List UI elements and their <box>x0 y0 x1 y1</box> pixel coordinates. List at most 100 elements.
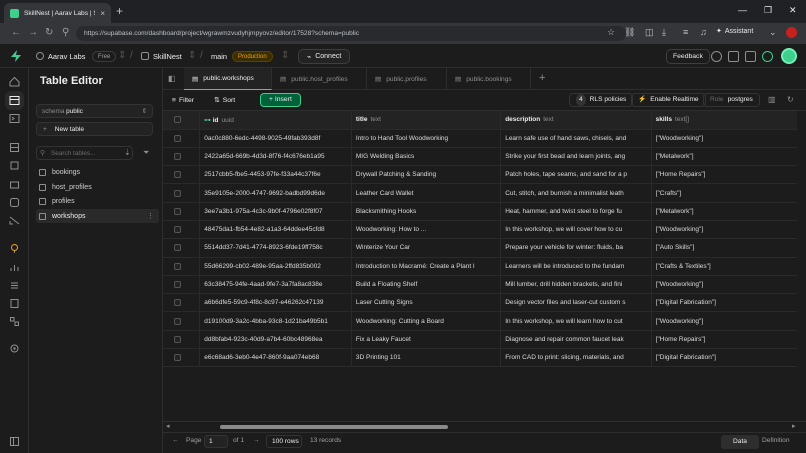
row-select-cell[interactable] <box>163 348 201 368</box>
schema-select[interactable]: schema public ⇕ <box>36 104 153 118</box>
reports-icon[interactable] <box>9 262 20 273</box>
row-select-cell[interactable] <box>163 202 201 221</box>
refresh-icon[interactable]: ↻ <box>787 95 794 104</box>
search-tables-input[interactable]: Search tables... <box>36 146 133 160</box>
cell-id[interactable]: 0ac0c880-6edc-4498-9025-49fab393d8f <box>199 129 352 148</box>
home-icon[interactable] <box>9 76 20 87</box>
logs-icon[interactable] <box>9 280 20 291</box>
cell-id[interactable]: d19100d9-3a2c-4bba-93c8-1d21ba49b5b1 <box>199 311 352 331</box>
cell-title[interactable]: Introduction to Macramé: Create a Plant … <box>351 257 502 276</box>
cell-description[interactable]: Mill lumber, drill hidden brackets, and … <box>500 275 652 295</box>
table-row[interactable]: a6b6dfe5-59c9-4f8c-8c97-e46262c47139 Lase… <box>163 293 800 313</box>
table-row[interactable]: 48475da1-fb54-4e82-a1a3-64ddee45cfd8 Wood… <box>163 220 800 240</box>
cell-description[interactable]: Design vector files and laser-cut custom… <box>500 293 652 313</box>
row-select-cell[interactable] <box>163 147 201 167</box>
sql-editor-icon[interactable] <box>9 113 20 124</box>
sidebar-item-profiles[interactable]: profiles <box>36 194 159 208</box>
cell-title[interactable]: Fix a Leaky Faucet <box>351 330 502 350</box>
cell-id[interactable]: e6c68ad6-3eb0-4e47-860f-9aa074eb68 <box>199 348 352 368</box>
row-select-cell[interactable] <box>163 311 201 331</box>
row-select-cell[interactable] <box>163 238 201 258</box>
new-tab-icon[interactable]: + <box>116 4 123 18</box>
cell-skills[interactable]: ["Woodworking"] <box>651 129 800 148</box>
minimize-icon[interactable]: — <box>738 5 747 15</box>
row-checkbox[interactable] <box>174 226 181 234</box>
cell-skills[interactable]: ["Woodworking"] <box>651 311 800 331</box>
cell-skills[interactable]: ["Crafts"] <box>651 183 800 203</box>
cell-skills[interactable]: ["Digital Fabrication"] <box>651 293 800 313</box>
add-tab-icon[interactable]: + <box>539 72 545 84</box>
row-checkbox[interactable] <box>174 189 181 197</box>
row-select-cell[interactable] <box>163 275 201 295</box>
tab-host-profiles[interactable]: ▤ public.host_profiles <box>272 68 367 90</box>
cell-id[interactable]: 55d66299-cb02-489e-95aa-2ffd835b002 <box>199 257 352 276</box>
close-tab-icon[interactable]: × <box>100 9 105 18</box>
row-checkbox[interactable] <box>174 262 181 270</box>
table-row[interactable]: 2422a65d-669b-4d3d-8f76-f4c676eb1a95 MIG … <box>163 147 800 167</box>
close-window-icon[interactable]: ✕ <box>789 5 797 16</box>
browser-profile-avatar[interactable] <box>786 27 797 38</box>
row-select-cell[interactable] <box>163 257 201 276</box>
list-icon[interactable]: ≡ <box>683 27 688 37</box>
vertical-scrollbar[interactable] <box>797 111 806 421</box>
scroll-right-icon[interactable]: ▸ <box>792 422 796 430</box>
row-checkbox[interactable] <box>174 281 181 289</box>
row-checkbox[interactable] <box>174 244 181 252</box>
row-checkbox[interactable] <box>174 299 181 307</box>
assistant-button[interactable]: ✦ Assistant <box>716 27 753 36</box>
back-icon[interactable]: ← <box>11 27 21 38</box>
advisor-icon[interactable] <box>762 51 773 62</box>
cell-id[interactable]: 48475da1-fb54-4e82-a1a3-64ddee45cfd8 <box>199 220 352 240</box>
cell-description[interactable]: Learn safe use of hand saws, chisels, an… <box>500 129 652 148</box>
row-select-cell[interactable] <box>163 165 201 185</box>
table-row[interactable]: 55d66299-cb02-489e-95aa-2ffd835b002 Intro… <box>163 257 800 276</box>
row-select-cell[interactable] <box>163 129 201 148</box>
row-select-cell[interactable] <box>163 220 201 240</box>
cell-id[interactable]: 2422a65d-669b-4d3d-8f76-f4c676eb1a95 <box>199 147 352 167</box>
feedback-button[interactable]: Feedback <box>666 49 710 64</box>
cell-skills[interactable]: ["Woodworking"] <box>651 275 800 295</box>
next-page-icon[interactable]: → <box>253 437 260 444</box>
page-input[interactable]: 1 <box>204 435 228 448</box>
prev-page-icon[interactable]: ← <box>172 437 179 444</box>
sidebar-item-bookings[interactable]: bookings <box>36 165 159 179</box>
cell-description[interactable]: Cut, stitch, and burnish a minimalist le… <box>500 183 652 203</box>
sidebar-item-host-profiles[interactable]: host_profiles <box>36 180 159 194</box>
cell-description[interactable]: From CAD to print: slicing, materials, a… <box>500 348 652 368</box>
column-header-description[interactable]: description text <box>500 111 652 130</box>
cell-id[interactable]: 2517cbb5-fbe5-4453-97fe-f33a44c37f6e <box>199 165 352 185</box>
tab-profiles[interactable]: ▤ public.profiles <box>367 68 447 90</box>
avatar[interactable] <box>781 48 797 64</box>
branch-name[interactable]: main <box>211 52 227 61</box>
cell-skills[interactable]: ["Metalwork"] <box>651 147 800 167</box>
connect-button[interactable]: ⌁ Connect <box>298 49 351 64</box>
cell-skills[interactable]: ["Woodworking"] <box>651 220 800 240</box>
chevron-updown-icon[interactable]: ⇕ <box>188 50 196 61</box>
site-info-icon[interactable]: ⚲ <box>62 27 69 38</box>
insert-button[interactable]: + Insert <box>260 93 301 107</box>
cell-id[interactable]: 3ee7a3b1-975a-4c3c-9b0f-4796e02f8f07 <box>199 202 352 221</box>
link-icon[interactable]: ⛓ <box>624 27 635 38</box>
column-header-title[interactable]: title text <box>351 111 502 130</box>
api-docs-icon[interactable] <box>9 298 20 309</box>
cell-description[interactable]: Patch holes, tape seams, and sand for a … <box>500 165 652 185</box>
cell-description[interactable]: In this workshop, we will cover how to c… <box>500 220 652 240</box>
media-icon[interactable]: ♫ <box>700 27 707 37</box>
browser-tab[interactable]: SkillNest | Aarav Labs | Supab × <box>4 3 111 23</box>
table-editor-icon[interactable] <box>5 91 24 110</box>
data-view-button[interactable]: Data <box>721 435 759 449</box>
storage-icon[interactable] <box>9 179 20 190</box>
filter-icon[interactable]: ⏷ <box>143 148 149 158</box>
cell-title[interactable]: Build a Floating Shelf <box>351 275 502 295</box>
cell-title[interactable]: Drywall Patching & Sanding <box>351 165 502 185</box>
cell-title[interactable]: Leather Card Wallet <box>351 183 502 203</box>
enable-realtime-button[interactable]: ⚡ Enable Realtime <box>631 93 706 107</box>
sort-button[interactable]: ⇅ Sort <box>214 94 235 107</box>
inbox-icon[interactable] <box>728 51 739 62</box>
tab-workshops[interactable]: ▤ public.workshops <box>184 68 272 90</box>
row-checkbox[interactable] <box>174 317 181 325</box>
cell-description[interactable]: In this workshop, we will learn how to c… <box>500 311 652 331</box>
cell-id[interactable]: dd8bfab4-923c-40d9-a7b4-60bc48968ea <box>199 330 352 350</box>
cell-title[interactable]: MIG Welding Basics <box>351 147 502 167</box>
table-row[interactable]: 5514dd37-7d41-4774-8923-6fde19ff758c Wint… <box>163 238 800 258</box>
